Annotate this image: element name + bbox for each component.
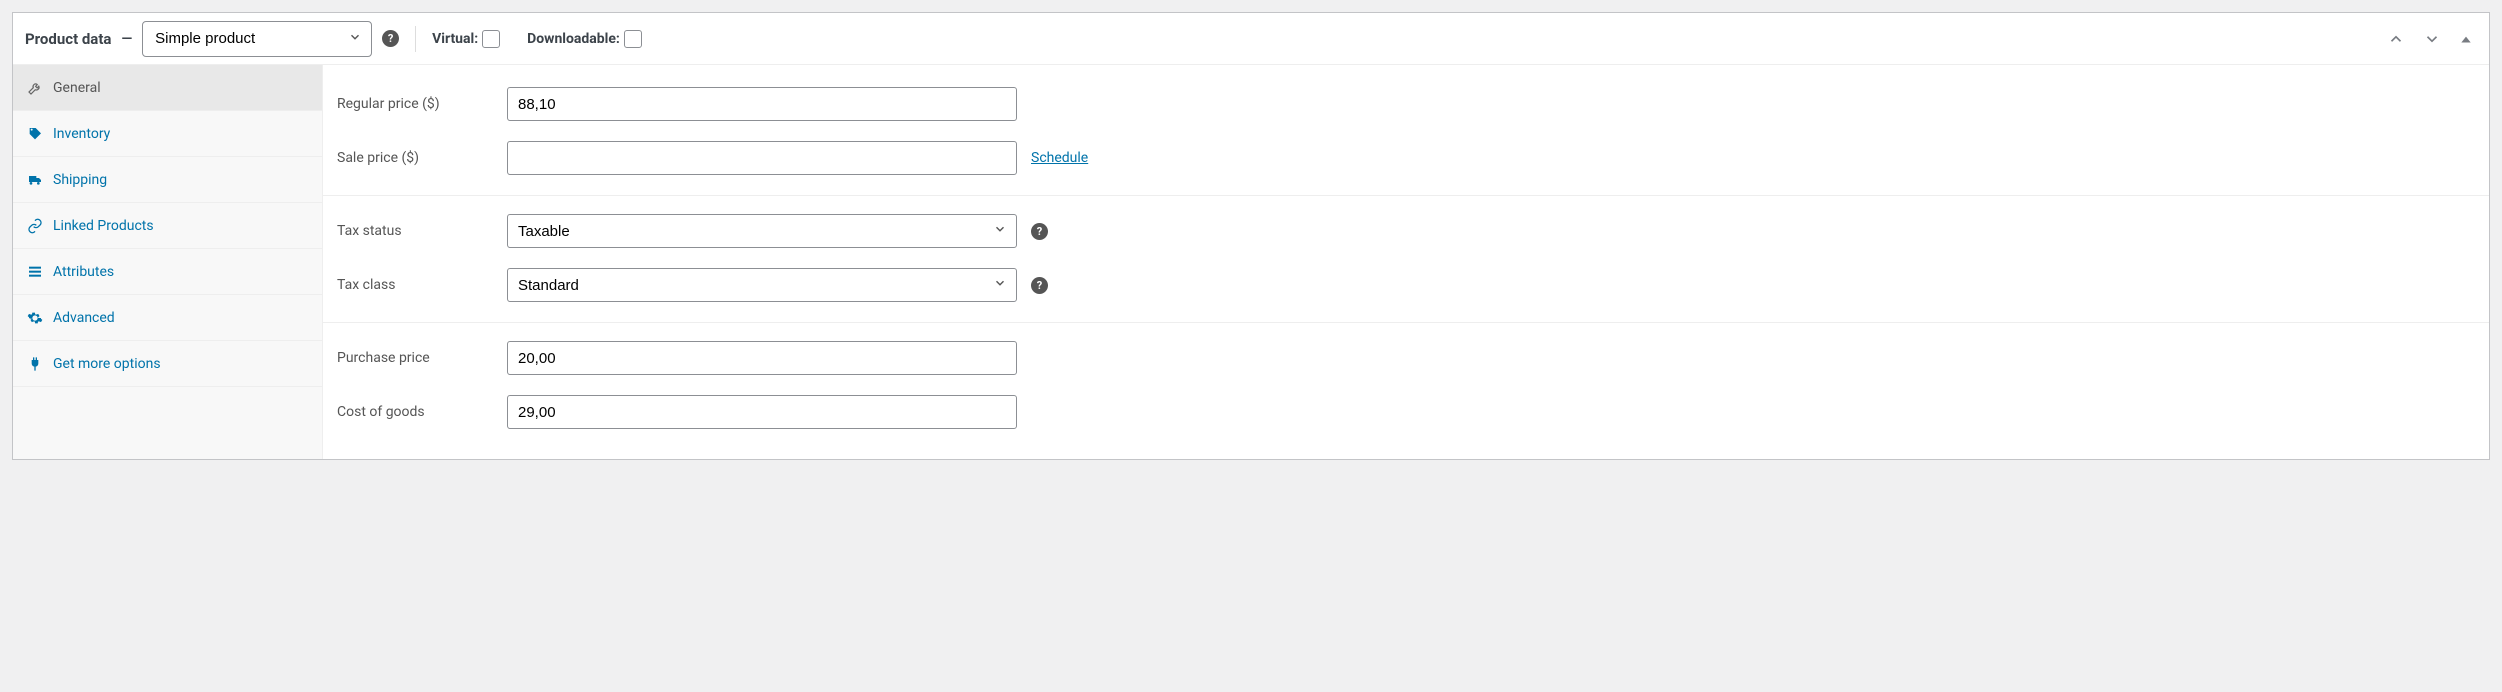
tax-status-label: Tax status [337,223,507,239]
tab-shipping-label: Shipping [53,172,107,188]
list-icon [27,264,43,280]
virtual-field: Virtual: [432,27,503,51]
cost-of-goods-label: Cost of goods [337,404,507,420]
sale-price-label: Sale price ($) [337,150,507,166]
tax-class-select[interactable]: Standard [507,268,1017,302]
gear-icon [27,310,43,326]
tax-class-row: Tax class Standard ? [323,258,2489,312]
product-data-panel: Product data — Simple product ? Virtual:… [12,12,2490,460]
downloadable-field: Downloadable: [527,27,645,51]
product-data-tabs: General Inventory Shipping [13,65,323,459]
link-icon [27,218,43,234]
help-icon[interactable]: ? [1031,223,1048,240]
help-icon[interactable]: ? [382,30,399,47]
purchase-price-input[interactable] [507,341,1017,375]
divider [415,26,416,52]
sale-price-input[interactable] [507,141,1017,175]
cost-of-goods-input[interactable] [507,395,1017,429]
purchase-price-label: Purchase price [337,350,507,366]
tab-get-more-options[interactable]: Get more options [13,341,322,387]
virtual-label: Virtual: [432,31,478,47]
tag-icon [27,126,43,142]
tab-attributes[interactable]: Attributes [13,249,322,295]
regular-price-label: Regular price ($) [337,96,507,112]
tab-advanced-label: Advanced [53,310,115,326]
virtual-checkbox[interactable] [482,30,500,48]
regular-price-input[interactable] [507,87,1017,121]
tab-linked-products[interactable]: Linked Products [13,203,322,249]
product-type-select[interactable]: Simple product [142,21,372,57]
wrench-icon [27,80,43,96]
help-icon[interactable]: ? [1031,277,1048,294]
tab-inventory-label: Inventory [53,126,110,142]
tax-status-row: Tax status Taxable ? [323,196,2489,258]
tab-shipping[interactable]: Shipping [13,157,322,203]
tax-status-select[interactable]: Taxable [507,214,1017,248]
panel-move-down[interactable] [2419,26,2445,52]
downloadable-checkbox[interactable] [624,30,642,48]
tab-general-label: General [53,80,101,96]
schedule-link[interactable]: Schedule [1031,150,1088,166]
purchase-price-row: Purchase price [323,323,2489,385]
regular-price-row: Regular price ($) [323,69,2489,131]
tab-linked-label: Linked Products [53,218,154,234]
tab-attributes-label: Attributes [53,264,114,280]
panel-collapse-toggle[interactable] [2455,28,2477,50]
panel-header: Product data — Simple product ? Virtual:… [13,13,2489,65]
sale-price-row: Sale price ($) Schedule [323,131,2489,185]
tab-general[interactable]: General [13,65,322,111]
tab-more-label: Get more options [53,356,161,372]
cost-of-goods-row: Cost of goods [323,385,2489,439]
panel-title: Product data [25,30,111,48]
panel-move-up[interactable] [2383,26,2409,52]
tax-class-label: Tax class [337,277,507,293]
panel-title-dash: — [121,31,132,47]
truck-icon [27,172,43,188]
tab-inventory[interactable]: Inventory [13,111,322,157]
tab-advanced[interactable]: Advanced [13,295,322,341]
plug-icon [27,356,43,372]
general-tab-content: Regular price ($) Sale price ($) Schedul… [323,65,2489,459]
downloadable-label: Downloadable: [527,31,620,47]
